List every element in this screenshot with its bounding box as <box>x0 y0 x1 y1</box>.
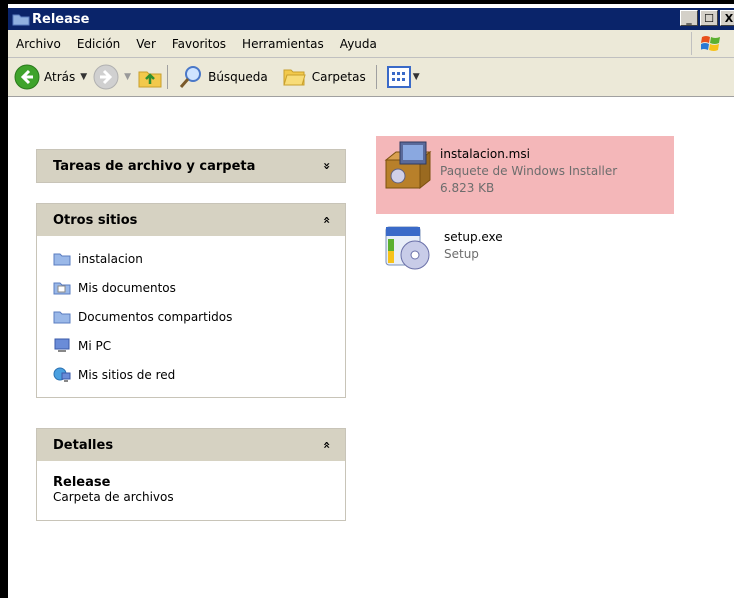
close-button[interactable]: X <box>720 10 734 26</box>
search-button[interactable]: Búsqueda <box>178 64 268 90</box>
file-item-instalacion-msi[interactable]: instalacion.msi Paquete de Windows Insta… <box>376 136 674 214</box>
file-size: 6.823 KB <box>440 181 495 195</box>
file-item-setup-exe[interactable]: setup.exe Setup <box>380 221 503 275</box>
place-link-documentos-compartidos[interactable]: Documentos compartidos <box>53 302 329 331</box>
file-name: setup.exe <box>444 230 503 244</box>
folders-button[interactable]: Carpetas <box>282 64 366 90</box>
up-folder-button[interactable] <box>137 64 163 90</box>
forward-dropdown-icon[interactable]: ▼ <box>124 72 131 82</box>
file-name: instalacion.msi <box>440 147 530 161</box>
menu-edicion[interactable]: Edición <box>69 37 128 51</box>
folder-icon <box>53 251 71 267</box>
collapse-chevron-icon[interactable]: « <box>320 216 334 224</box>
documents-folder-icon <box>53 280 71 296</box>
task-pane: Tareas de archivo y carpeta » Otros siti… <box>8 97 366 598</box>
place-link-label: Mis sitios de red <box>78 367 176 382</box>
details-panel-title: Detalles <box>53 437 114 453</box>
toolbar-separator <box>167 65 169 89</box>
places-panel-title: Otros sitios <box>53 212 138 228</box>
setup-exe-icon <box>385 226 430 270</box>
network-places-icon <box>53 367 71 383</box>
places-panel-header[interactable]: Otros sitios « <box>37 204 345 236</box>
places-list: instalacion Mis documentos Documentos co… <box>37 236 345 397</box>
details-panel-header[interactable]: Detalles « <box>37 429 345 461</box>
search-label: Búsqueda <box>208 70 268 84</box>
menu-ver[interactable]: Ver <box>128 37 164 51</box>
details-panel: Detalles « Release Carpeta de archivos <box>36 428 346 521</box>
views-dropdown-icon[interactable]: ▼ <box>413 72 420 82</box>
folder-icon <box>12 14 30 26</box>
details-type: Carpeta de archivos <box>53 490 174 504</box>
forward-arrow-icon <box>93 64 119 90</box>
installer-package-icon <box>384 141 432 190</box>
folders-icon <box>283 69 306 86</box>
window-title: Release <box>32 11 90 27</box>
minimize-button[interactable]: _ <box>680 10 698 26</box>
toolbar-separator <box>375 65 377 89</box>
menu-bar: Archivo Edición Ver Favoritos Herramient… <box>8 30 734 58</box>
up-folder-icon <box>138 71 162 88</box>
computer-icon <box>53 338 71 354</box>
collapse-chevron-icon[interactable]: « <box>320 441 334 449</box>
details-body: Release Carpeta de archivos <box>37 461 345 520</box>
shared-folder-icon <box>53 309 71 325</box>
windows-logo-icon <box>691 32 730 55</box>
views-button[interactable]: ▼ <box>386 66 420 88</box>
file-type: Setup <box>444 247 479 261</box>
menu-favoritos[interactable]: Favoritos <box>164 37 234 51</box>
menu-archivo[interactable]: Archivo <box>8 37 69 51</box>
place-link-label: Mis documentos <box>78 280 176 295</box>
menu-herramientas[interactable]: Herramientas <box>234 37 332 51</box>
place-link-instalacion[interactable]: instalacion <box>53 244 329 273</box>
maximize-button[interactable]: ☐ <box>700 10 718 26</box>
place-link-mis-documentos[interactable]: Mis documentos <box>53 273 329 302</box>
tasks-panel-title: Tareas de archivo y carpeta <box>53 158 256 174</box>
place-link-label: Documentos compartidos <box>78 309 233 324</box>
back-arrow-icon <box>14 64 40 90</box>
tasks-panel: Tareas de archivo y carpeta » <box>36 149 346 183</box>
views-icon <box>386 66 411 88</box>
expand-chevron-icon[interactable]: » <box>320 162 334 170</box>
details-name: Release <box>53 475 111 490</box>
back-dropdown-icon[interactable]: ▼ <box>80 72 87 82</box>
explorer-window: Release _ ☐ X Archivo Edición Ver Favori… <box>0 0 734 598</box>
title-bar[interactable]: Release _ ☐ X <box>8 8 734 30</box>
places-panel: Otros sitios « instalacion Mis documento… <box>36 203 346 398</box>
folders-label: Carpetas <box>311 70 366 84</box>
back-label: Atrás <box>44 70 76 84</box>
search-icon <box>179 66 202 88</box>
file-type: Paquete de Windows Installer <box>440 164 618 178</box>
place-link-mi-pc[interactable]: Mi PC <box>53 331 329 360</box>
place-link-label: instalacion <box>78 251 143 266</box>
file-view: instalacion.msi Paquete de Windows Insta… <box>366 97 734 598</box>
forward-button[interactable]: ▼ <box>93 64 131 90</box>
back-button[interactable]: Atrás ▼ <box>14 64 87 90</box>
tasks-panel-header[interactable]: Tareas de archivo y carpeta » <box>37 150 345 182</box>
place-link-label: Mi PC <box>78 338 112 353</box>
toolbar: Atrás ▼ ▼ Búsqueda Carpetas ▼ <box>8 58 734 97</box>
menu-ayuda[interactable]: Ayuda <box>332 37 385 51</box>
place-link-mis-sitios-de-red[interactable]: Mis sitios de red <box>53 360 329 389</box>
